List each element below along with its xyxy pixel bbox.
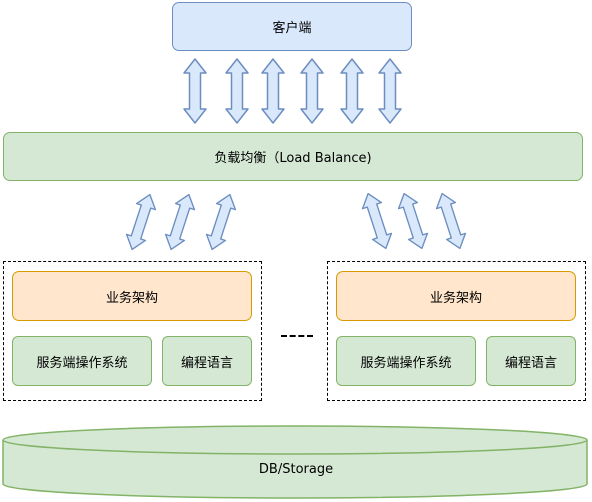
os-box-left[interactable]: 服务端操作系统 xyxy=(12,336,152,386)
lang-label-left: 编程语言 xyxy=(180,355,233,371)
os-box-right[interactable]: 服务端操作系统 xyxy=(336,336,476,386)
lb-server-right-arrow-3 xyxy=(432,189,470,253)
lb-server-left-arrow-1 xyxy=(122,190,160,254)
business-label-left: 业务架构 xyxy=(105,290,158,306)
lang-label-right: 编程语言 xyxy=(504,355,557,371)
lb-server-left-arrow-3 xyxy=(202,190,240,254)
client-lb-arrow-3 xyxy=(261,58,285,124)
lb-server-left-arrow-2 xyxy=(161,190,199,254)
arrows-layer xyxy=(2,58,588,499)
client-box[interactable]: 客户端 xyxy=(172,2,412,51)
client-lb-arrow-5 xyxy=(340,58,364,124)
lang-box-left[interactable]: 编程语言 xyxy=(162,336,252,386)
client-lb-arrow-1 xyxy=(183,58,207,124)
storage-label: DB/Storage xyxy=(258,462,334,477)
load-balancer-box[interactable]: 负载均衡（Load Balance) xyxy=(3,132,583,181)
business-box-left[interactable]: 业务架构 xyxy=(12,271,252,321)
client-lb-arrow-4 xyxy=(300,58,324,124)
ellipsis-separator xyxy=(281,335,313,337)
client-lb-arrow-6 xyxy=(378,58,402,124)
client-lb-arrow-2 xyxy=(225,58,249,124)
lang-box-right[interactable]: 编程语言 xyxy=(486,336,576,386)
os-label-left: 服务端操作系统 xyxy=(36,355,128,371)
business-box-right[interactable]: 业务架构 xyxy=(336,271,576,321)
os-label-right: 服务端操作系统 xyxy=(360,355,452,371)
lb-server-right-arrow-2 xyxy=(394,189,432,253)
client-label: 客户端 xyxy=(272,21,312,36)
load-balancer-label: 负载均衡（Load Balance) xyxy=(214,151,372,166)
business-label-right: 业务架构 xyxy=(429,290,482,306)
lb-server-right-arrow-1 xyxy=(358,189,396,253)
